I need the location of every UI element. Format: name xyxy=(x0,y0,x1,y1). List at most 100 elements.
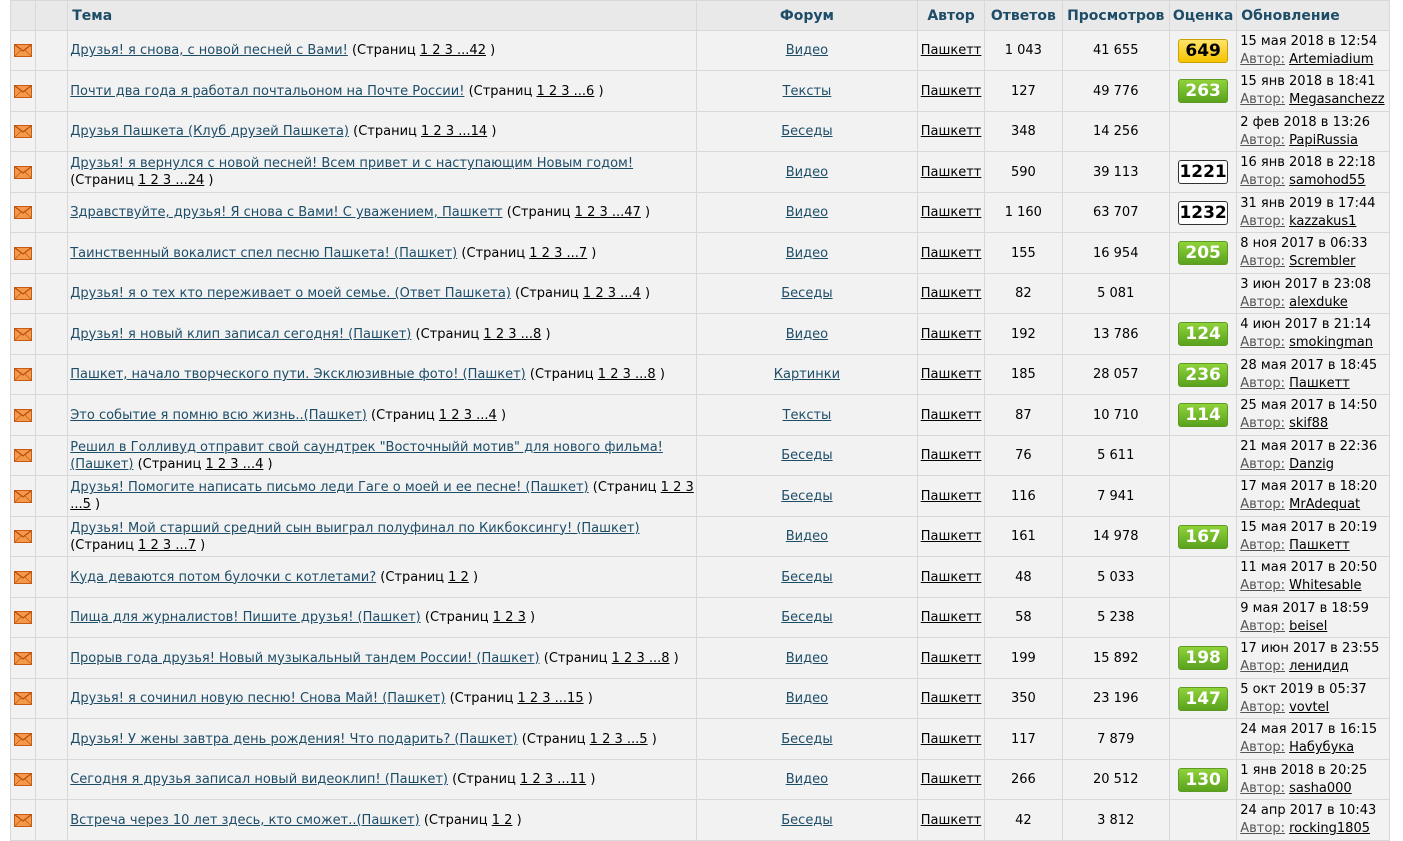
pages-links[interactable]: 1 2 3 ...5 xyxy=(590,732,648,747)
forum-link[interactable]: Беседы xyxy=(781,489,832,504)
topic-title-link[interactable]: Друзья! я новый клип записал сегодня! (П… xyxy=(70,327,411,342)
author-link[interactable]: Пашкетт xyxy=(921,165,982,180)
pages-links[interactable]: 1 2 3 ...15 xyxy=(517,691,583,706)
author-link[interactable]: Пашкетт xyxy=(921,732,982,747)
forum-link[interactable]: Видео xyxy=(786,205,828,220)
author-link[interactable]: Пашкетт xyxy=(921,84,982,99)
forum-link[interactable]: Беседы xyxy=(781,732,832,747)
author-link[interactable]: Пашкетт xyxy=(921,124,982,139)
last-post-user-link[interactable]: samohod55 xyxy=(1289,173,1365,188)
topic-title-link[interactable]: Друзья! У жены завтра день рождения! Что… xyxy=(70,732,517,747)
author-link[interactable]: Пашкетт xyxy=(921,327,982,342)
topic-title-link[interactable]: Встреча через 10 лет здесь, кто сможет..… xyxy=(70,813,419,828)
pages-links[interactable]: 1 2 3 xyxy=(493,610,526,625)
topic-title-link[interactable]: Куда деваются потом булочки с котлетами? xyxy=(70,570,376,585)
header-topic[interactable]: Тема xyxy=(68,1,696,30)
author-link[interactable]: Пашкетт xyxy=(921,610,982,625)
last-post-user-link[interactable]: Пашкетт xyxy=(1289,538,1350,553)
author-link[interactable]: Пашкетт xyxy=(921,205,982,220)
pages-links[interactable]: 1 2 3 ...7 xyxy=(529,246,587,261)
topic-title-link[interactable]: Здравствуйте, друзья! Я снова с Вами! С … xyxy=(70,205,502,220)
topic-title-link[interactable]: Сегодня я друзья записал новый видеоклип… xyxy=(70,772,448,787)
topic-title-link[interactable]: Друзья! я вернулся с новой песней! Всем … xyxy=(70,156,633,171)
last-post-user-link[interactable]: alexduke xyxy=(1289,295,1348,310)
author-link[interactable]: Пашкетт xyxy=(921,408,982,423)
last-post-user-link[interactable]: ленидид xyxy=(1289,659,1349,674)
pages-links[interactable]: 1 2 3 ...8 xyxy=(612,651,670,666)
last-post-user-link[interactable]: kazzakus1 xyxy=(1289,214,1356,229)
forum-link[interactable]: Видео xyxy=(786,246,828,261)
pages-links[interactable]: 1 2 3 ...4 xyxy=(205,457,263,472)
forum-link[interactable]: Беседы xyxy=(781,570,832,585)
forum-link[interactable]: Видео xyxy=(786,43,828,58)
pages-links[interactable]: 1 2 3 ...11 xyxy=(520,772,586,787)
pages-links[interactable]: 1 2 3 ...4 xyxy=(583,286,641,301)
author-link[interactable]: Пашкетт xyxy=(921,691,982,706)
forum-link[interactable]: Беседы xyxy=(781,610,832,625)
pages-links[interactable]: 1 2 xyxy=(448,570,469,585)
author-link[interactable]: Пашкетт xyxy=(921,529,982,544)
author-link[interactable]: Пашкетт xyxy=(921,489,982,504)
author-link[interactable]: Пашкетт xyxy=(921,651,982,666)
last-post-user-link[interactable]: Artemiadium xyxy=(1289,52,1373,67)
last-post-user-link[interactable]: skif88 xyxy=(1289,416,1328,431)
topic-title-link[interactable]: Пашкет, начало творческого пути. Эксклюз… xyxy=(70,367,526,382)
author-link[interactable]: Пашкетт xyxy=(921,813,982,828)
forum-link[interactable]: Тексты xyxy=(783,408,832,423)
last-post-user-link[interactable]: Scrembler xyxy=(1289,254,1355,269)
pages-links[interactable]: 1 2 xyxy=(492,813,513,828)
pages-links[interactable]: 1 2 3 ...7 xyxy=(138,538,196,553)
pages-links[interactable]: 1 2 3 ...42 xyxy=(420,43,486,58)
pages-links[interactable]: 1 2 3 ...14 xyxy=(421,124,487,139)
topic-title-link[interactable]: Друзья! Мой старший средний сын выиграл … xyxy=(70,521,639,536)
topic-title-link[interactable]: Прорыв года друзья! Новый музыкальный та… xyxy=(70,651,539,666)
pages-links[interactable]: 1 2 3 ...24 xyxy=(138,173,204,188)
topic-title-link[interactable]: Друзья! Помогите написать письмо леди Га… xyxy=(70,480,588,495)
header-rating[interactable]: Оценка xyxy=(1169,1,1237,30)
forum-link[interactable]: Видео xyxy=(786,327,828,342)
author-link[interactable]: Пашкетт xyxy=(921,43,982,58)
last-post-user-link[interactable]: Whitesable xyxy=(1289,578,1361,593)
topic-title-link[interactable]: Это событие я помню всю жизнь..(Пашкет) xyxy=(70,408,367,423)
header-replies[interactable]: Ответов xyxy=(985,1,1062,30)
last-post-user-link[interactable]: beisel xyxy=(1289,619,1327,634)
author-link[interactable]: Пашкетт xyxy=(921,367,982,382)
author-link[interactable]: Пашкетт xyxy=(921,246,982,261)
forum-link[interactable]: Видео xyxy=(786,651,828,666)
last-post-user-link[interactable]: Megasanchezz xyxy=(1289,92,1384,107)
pages-links[interactable]: 1 2 3 ...6 xyxy=(536,84,594,99)
forum-link[interactable]: Тексты xyxy=(783,84,832,99)
pages-links[interactable]: 1 2 3 ...8 xyxy=(483,327,541,342)
author-link[interactable]: Пашкетт xyxy=(921,448,982,463)
last-post-user-link[interactable]: MrAdequat xyxy=(1289,497,1360,512)
author-link[interactable]: Пашкетт xyxy=(921,772,982,787)
forum-link[interactable]: Беседы xyxy=(781,813,832,828)
topic-title-link[interactable]: Друзья! я сочинил новую песню! Снова Май… xyxy=(70,691,445,706)
last-post-user-link[interactable]: sasha000 xyxy=(1289,781,1352,796)
pages-links[interactable]: 1 2 3 ...47 xyxy=(575,205,641,220)
last-post-user-link[interactable]: smokingman xyxy=(1289,335,1373,350)
forum-link[interactable]: Беседы xyxy=(781,448,832,463)
header-author[interactable]: Автор xyxy=(917,1,985,30)
forum-link[interactable]: Видео xyxy=(786,691,828,706)
header-updated[interactable]: Обновление xyxy=(1237,1,1389,30)
topic-title-link[interactable]: Таинственный вокалист спел песню Пашкета… xyxy=(70,246,457,261)
author-link[interactable]: Пашкетт xyxy=(921,570,982,585)
forum-link[interactable]: Видео xyxy=(786,529,828,544)
author-link[interactable]: Пашкетт xyxy=(921,286,982,301)
pages-links[interactable]: 1 2 3 ...4 xyxy=(439,408,497,423)
last-post-user-link[interactable]: Danzig xyxy=(1289,457,1334,472)
last-post-user-link[interactable]: vovtel xyxy=(1289,700,1329,715)
forum-link[interactable]: Беседы xyxy=(781,124,832,139)
topic-title-link[interactable]: Друзья Пашкета (Клуб друзей Пашкета) xyxy=(70,124,349,139)
forum-link[interactable]: Картинки xyxy=(774,367,840,382)
topic-title-link[interactable]: Друзья! я снова, с новой песней с Вами! xyxy=(70,43,348,58)
topic-title-link[interactable]: Друзья! я о тех кто переживает о моей се… xyxy=(70,286,511,301)
header-forum[interactable]: Форум xyxy=(696,1,917,30)
topic-title-link[interactable]: Пища для журналистов! Пишите друзья! (Па… xyxy=(70,610,421,625)
header-views[interactable]: Просмотров xyxy=(1062,1,1169,30)
topic-title-link[interactable]: Почти два года я работал почтальоном на … xyxy=(70,84,464,99)
forum-link[interactable]: Беседы xyxy=(781,286,832,301)
forum-link[interactable]: Видео xyxy=(786,165,828,180)
last-post-user-link[interactable]: Набубука xyxy=(1289,740,1354,755)
